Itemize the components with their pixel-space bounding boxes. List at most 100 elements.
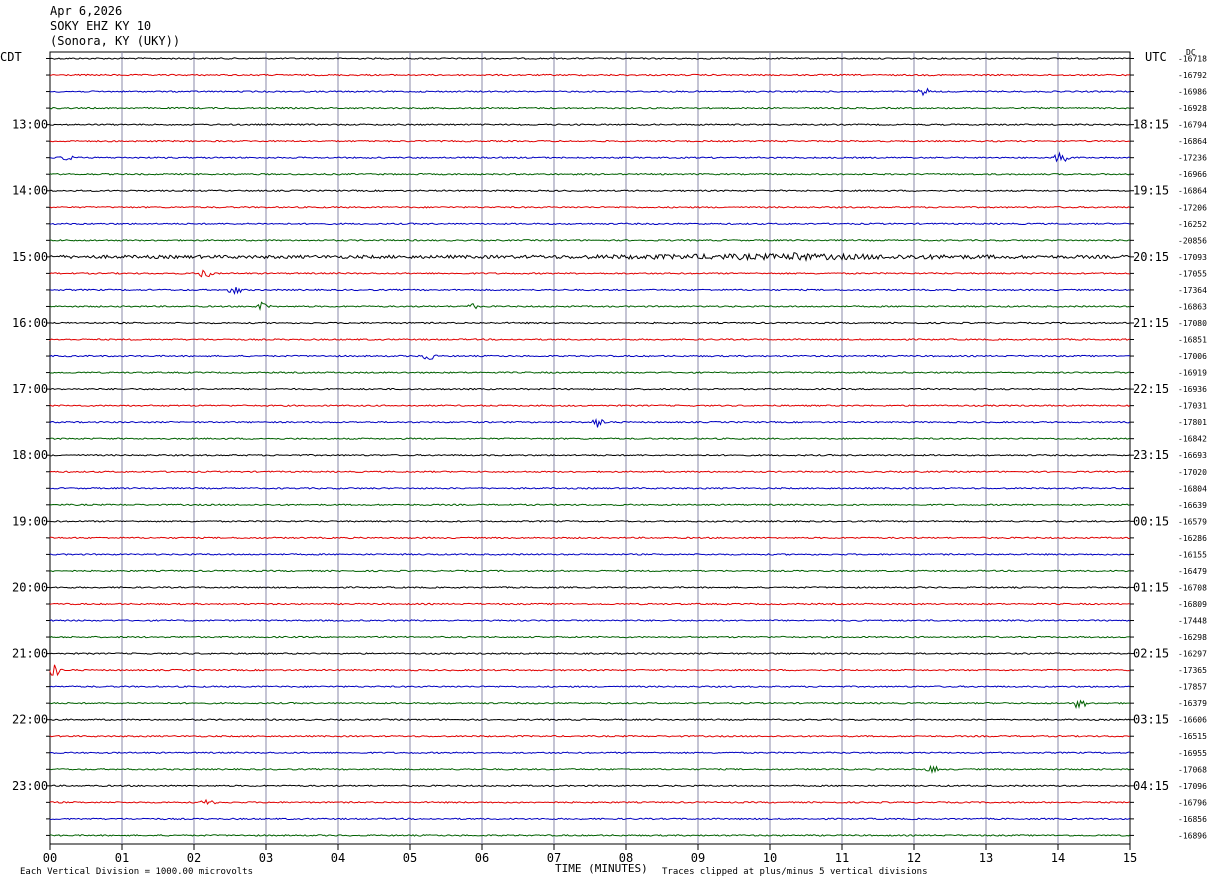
trace-line: [49, 685, 1131, 688]
cdt-hour-label: 21:00: [12, 647, 48, 661]
dc-offset-label: -16896: [1178, 831, 1207, 840]
dc-offset-label: -16919: [1178, 369, 1207, 378]
dc-offset-label: -16986: [1178, 88, 1207, 97]
trace-line: [49, 371, 1131, 374]
trace-line: [49, 73, 1131, 77]
trace-line: [49, 751, 1131, 755]
x-tick-label: 03: [259, 851, 273, 865]
seismogram-chart: 00 01 02 03 04 05 06 07 08 09 10 11 12 13 14 15-16718-1…: [12, 51, 1207, 865]
cdt-hour-label: 15:00: [12, 250, 48, 264]
trace-line: [49, 387, 1131, 391]
trace-line: [49, 321, 1131, 325]
cdt-hour-label: 13:00: [12, 118, 48, 132]
dc-offset-label: -16928: [1178, 104, 1207, 113]
trace-line: [49, 734, 1131, 738]
dc-offset-label: -16379: [1178, 699, 1207, 708]
trace-line: [49, 57, 1131, 60]
trace-line: [49, 172, 1131, 176]
cdt-hour-label: 22:00: [12, 713, 48, 727]
trace-line: [49, 470, 1131, 474]
trace-line: [49, 784, 1131, 788]
trace-line: [49, 301, 1131, 312]
trace-line: [49, 586, 1131, 589]
trace-line: [49, 619, 1131, 622]
dc-offset-label: -16708: [1178, 583, 1207, 592]
dc-offset-label: -17206: [1178, 203, 1207, 212]
dc-offset-label: -16297: [1178, 650, 1207, 659]
dc-offset-label: -16579: [1178, 517, 1207, 526]
x-tick-label: 01: [115, 851, 129, 865]
x-tick-label: 02: [187, 851, 201, 865]
x-tick-label: 10: [763, 851, 777, 865]
dc-offset-label: -16863: [1178, 302, 1207, 311]
trace-line: [49, 354, 1131, 360]
trace-line: [49, 764, 1131, 774]
trace-line: [49, 817, 1131, 821]
dc-offset-label: -17236: [1178, 154, 1207, 163]
dc-offset-label: -16515: [1178, 732, 1207, 741]
dc-offset-label: -16804: [1178, 484, 1207, 493]
cdt-hour-label: 16:00: [12, 316, 48, 330]
trace-line: [49, 139, 1131, 143]
x-axis-title: TIME (MINUTES): [555, 862, 648, 875]
dc-offset-label: -17020: [1178, 468, 1207, 477]
clip-note: Traces clipped at plus/minus 5 vertical …: [662, 867, 928, 877]
dc-offset-label: -20856: [1178, 236, 1207, 245]
trace-line: [49, 699, 1131, 710]
trace-line: [49, 338, 1131, 342]
trace-line: [49, 635, 1131, 639]
cdt-hour-label: 18:00: [12, 448, 48, 462]
dc-offset-label: -17801: [1178, 418, 1207, 427]
dc-offset-label: -16252: [1178, 220, 1207, 229]
x-tick-label: 12: [907, 851, 921, 865]
trace-line: [49, 569, 1131, 573]
x-tick-label: 04: [331, 851, 345, 865]
dc-offset-label: -16298: [1178, 633, 1207, 642]
trace-line: [49, 652, 1131, 655]
trace-line: [49, 798, 1131, 805]
cdt-hour-label: 20:00: [12, 580, 48, 594]
utc-hour-label: 04:15: [1133, 779, 1169, 793]
cdt-hour-label: 23:00: [12, 779, 48, 793]
cdt-hour-label: 19:00: [12, 514, 48, 528]
trace-line: [49, 205, 1131, 209]
utc-hour-label: 20:15: [1133, 250, 1169, 264]
x-tick-label: 00: [43, 851, 57, 865]
utc-hour-label: 19:15: [1133, 184, 1169, 198]
cdt-hour-label: 17:00: [12, 382, 48, 396]
cdt-hour-label: 14:00: [12, 184, 48, 198]
trace-line: [49, 602, 1131, 606]
trace-line: [49, 486, 1131, 490]
utc-hour-label: 03:15: [1133, 713, 1169, 727]
dc-offset-label: -16936: [1178, 385, 1207, 394]
dc-offset-label: -16856: [1178, 815, 1207, 824]
dc-offset-label: -16796: [1178, 798, 1207, 807]
trace-line: [49, 238, 1131, 242]
dc-offset-label: -16155: [1178, 550, 1207, 559]
dc-offset-label: -17093: [1178, 253, 1207, 262]
scale-note: Each Vertical Division = 1000.00 microvo…: [20, 867, 253, 877]
trace-line: [49, 834, 1131, 837]
dc-offset-label: -17096: [1178, 782, 1207, 791]
dc-offset-label: -16864: [1178, 137, 1207, 146]
trace-line: [49, 151, 1131, 163]
dc-offset-label: -16693: [1178, 451, 1207, 460]
trace-line: [49, 503, 1131, 507]
dc-offset-label: -17080: [1178, 319, 1207, 328]
trace-line: [49, 404, 1131, 407]
dc-offset-label: -16966: [1178, 170, 1207, 179]
utc-hour-label: 02:15: [1133, 647, 1169, 661]
utc-hour-label: 18:15: [1133, 118, 1169, 132]
dc-offset-label: -16286: [1178, 534, 1207, 543]
dc-offset-label: -16792: [1178, 71, 1207, 80]
x-tick-label: 05: [403, 851, 417, 865]
x-tick-label: 14: [1051, 851, 1065, 865]
dc-offset-label: -17031: [1178, 402, 1207, 411]
trace-line: [49, 106, 1131, 110]
dc-offset-label: -16606: [1178, 716, 1207, 725]
trace-line: [49, 453, 1131, 457]
trace-line: [49, 269, 1131, 278]
plot-frame: [49, 51, 1131, 845]
dc-offset-label: -17857: [1178, 683, 1207, 692]
trace-line: [49, 123, 1131, 126]
